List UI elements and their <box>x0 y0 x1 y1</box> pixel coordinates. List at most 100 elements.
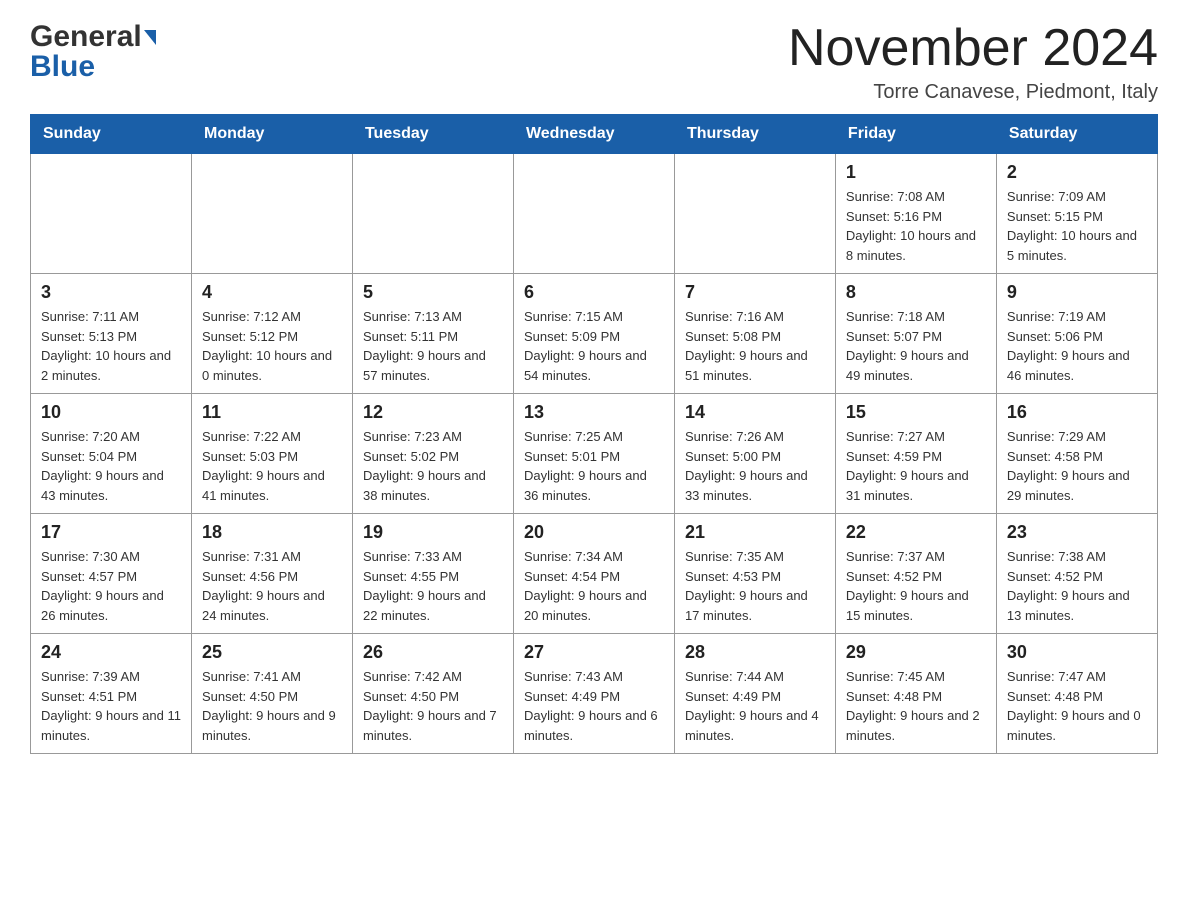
week-row-4: 24Sunrise: 7:39 AMSunset: 4:51 PMDayligh… <box>31 634 1158 754</box>
calendar-cell: 17 Sunrise: 7:30 AMSunset: 4:57 PMDayligh… <box>31 514 192 634</box>
day-number: 16 <box>1007 402 1147 423</box>
week-row-1: 3Sunrise: 7:11 AMSunset: 5:13 PMDaylight… <box>31 274 1158 394</box>
calendar-cell: 28 Sunrise: 7:44 AMSunset: 4:49 PMDayligh… <box>674 634 835 754</box>
day-number: 27 <box>524 642 664 663</box>
day-number: 30 <box>1007 642 1147 663</box>
day-info: Sunrise: 7:37 AMSunset: 4:52 PMDaylight:… <box>846 547 986 625</box>
day-number: 29 <box>846 642 986 663</box>
day-info: Sunrise: 7:30 AMSunset: 4:57 PMDaylight:… <box>41 547 181 625</box>
calendar-cell: 1 Sunrise: 7:08 AMSunset: 5:16 PMDaylight… <box>835 154 996 274</box>
day-number: 18 <box>202 522 342 543</box>
col-header-monday: Monday <box>191 115 352 154</box>
day-number: 12 <box>363 402 503 423</box>
calendar-cell: 23 Sunrise: 7:38 AMSunset: 4:52 PMDayligh… <box>996 514 1157 634</box>
day-info: Sunrise: 7:34 AMSunset: 4:54 PMDaylight:… <box>524 547 664 625</box>
day-info: Sunrise: 7:27 AMSunset: 4:59 PMDaylight:… <box>846 427 986 505</box>
day-number: 15 <box>846 402 986 423</box>
calendar-cell: 27 Sunrise: 7:43 AMSunset: 4:49 PMDayligh… <box>513 634 674 754</box>
day-info: Sunrise: 7:47 AMSunset: 4:48 PMDaylight:… <box>1007 667 1147 745</box>
calendar-cell: 3Sunrise: 7:11 AMSunset: 5:13 PMDaylight… <box>31 274 192 394</box>
days-of-week-row: SundayMondayTuesdayWednesdayThursdayFrid… <box>31 115 1158 154</box>
calendar-cell: 19Sunrise: 7:33 AMSunset: 4:55 PMDayligh… <box>352 514 513 634</box>
day-number: 6 <box>524 282 664 303</box>
day-info: Sunrise: 7:18 AMSunset: 5:07 PMDaylight:… <box>846 307 986 385</box>
day-number: 22 <box>846 522 986 543</box>
day-info: Sunrise: 7:22 AMSunset: 5:03 PMDaylight:… <box>202 427 342 505</box>
day-info: Sunrise: 7:42 AMSunset: 4:50 PMDaylight:… <box>363 667 503 745</box>
day-number: 5 <box>363 282 503 303</box>
calendar-cell: 13Sunrise: 7:25 AMSunset: 5:01 PMDayligh… <box>513 394 674 514</box>
calendar-cell: 8 Sunrise: 7:18 AMSunset: 5:07 PMDaylight… <box>835 274 996 394</box>
day-number: 17 <box>41 522 181 543</box>
calendar-cell: 5 Sunrise: 7:13 AMSunset: 5:11 PMDaylight… <box>352 274 513 394</box>
day-number: 23 <box>1007 522 1147 543</box>
calendar-cell: 29 Sunrise: 7:45 AMSunset: 4:48 PMDayligh… <box>835 634 996 754</box>
day-info: Sunrise: 7:13 AMSunset: 5:11 PMDaylight:… <box>363 307 503 385</box>
calendar-cell: 4 Sunrise: 7:12 AMSunset: 5:12 PMDaylight… <box>191 274 352 394</box>
day-number: 25 <box>202 642 342 663</box>
logo-blue-text: Blue <box>30 50 156 84</box>
calendar-cell: 15 Sunrise: 7:27 AMSunset: 4:59 PMDayligh… <box>835 394 996 514</box>
day-info: Sunrise: 7:33 AMSunset: 4:55 PMDaylight:… <box>363 547 503 625</box>
day-info: Sunrise: 7:45 AMSunset: 4:48 PMDaylight:… <box>846 667 986 745</box>
calendar-cell: 6 Sunrise: 7:15 AMSunset: 5:09 PMDaylight… <box>513 274 674 394</box>
calendar-cell: 21Sunrise: 7:35 AMSunset: 4:53 PMDayligh… <box>674 514 835 634</box>
col-header-wednesday: Wednesday <box>513 115 674 154</box>
calendar-cell <box>352 154 513 274</box>
calendar-cell <box>513 154 674 274</box>
calendar-cell <box>674 154 835 274</box>
logo-triangle-icon <box>144 30 156 45</box>
day-number: 26 <box>363 642 503 663</box>
day-number: 8 <box>846 282 986 303</box>
day-info: Sunrise: 7:38 AMSunset: 4:52 PMDaylight:… <box>1007 547 1147 625</box>
title-block: November 2024 Torre Canavese, Piedmont, … <box>788 20 1158 104</box>
calendar-cell: 12 Sunrise: 7:23 AMSunset: 5:02 PMDayligh… <box>352 394 513 514</box>
calendar-cell <box>191 154 352 274</box>
day-info: Sunrise: 7:43 AMSunset: 4:49 PMDaylight:… <box>524 667 664 745</box>
calendar-cell: 14 Sunrise: 7:26 AMSunset: 5:00 PMDayligh… <box>674 394 835 514</box>
calendar-cell: 20 Sunrise: 7:34 AMSunset: 4:54 PMDayligh… <box>513 514 674 634</box>
day-number: 9 <box>1007 282 1147 303</box>
week-row-0: 1 Sunrise: 7:08 AMSunset: 5:16 PMDaylight… <box>31 154 1158 274</box>
calendar-subtitle: Torre Canavese, Piedmont, Italy <box>788 81 1158 104</box>
calendar-cell: 9 Sunrise: 7:19 AMSunset: 5:06 PMDaylight… <box>996 274 1157 394</box>
day-info: Sunrise: 7:08 AMSunset: 5:16 PMDaylight:… <box>846 187 986 265</box>
day-info: Sunrise: 7:41 AMSunset: 4:50 PMDaylight:… <box>202 667 342 745</box>
calendar-cell: 18Sunrise: 7:31 AMSunset: 4:56 PMDayligh… <box>191 514 352 634</box>
calendar-table: SundayMondayTuesdayWednesdayThursdayFrid… <box>30 114 1158 754</box>
day-number: 3 <box>41 282 181 303</box>
day-number: 1 <box>846 162 986 183</box>
day-info: Sunrise: 7:19 AMSunset: 5:06 PMDaylight:… <box>1007 307 1147 385</box>
calendar-cell: 16 Sunrise: 7:29 AMSunset: 4:58 PMDayligh… <box>996 394 1157 514</box>
calendar-cell: 7Sunrise: 7:16 AMSunset: 5:08 PMDaylight… <box>674 274 835 394</box>
day-info: Sunrise: 7:15 AMSunset: 5:09 PMDaylight:… <box>524 307 664 385</box>
day-info: Sunrise: 7:23 AMSunset: 5:02 PMDaylight:… <box>363 427 503 505</box>
logo-line1: General <box>30 20 156 54</box>
week-row-3: 17 Sunrise: 7:30 AMSunset: 4:57 PMDayligh… <box>31 514 1158 634</box>
calendar-cell: 2Sunrise: 7:09 AMSunset: 5:15 PMDaylight… <box>996 154 1157 274</box>
day-number: 4 <box>202 282 342 303</box>
day-info: Sunrise: 7:09 AMSunset: 5:15 PMDaylight:… <box>1007 187 1147 265</box>
day-number: 28 <box>685 642 825 663</box>
day-info: Sunrise: 7:29 AMSunset: 4:58 PMDaylight:… <box>1007 427 1147 505</box>
day-info: Sunrise: 7:44 AMSunset: 4:49 PMDaylight:… <box>685 667 825 745</box>
day-info: Sunrise: 7:39 AMSunset: 4:51 PMDaylight:… <box>41 667 181 745</box>
calendar-cell: 11 Sunrise: 7:22 AMSunset: 5:03 PMDayligh… <box>191 394 352 514</box>
day-number: 14 <box>685 402 825 423</box>
day-info: Sunrise: 7:16 AMSunset: 5:08 PMDaylight:… <box>685 307 825 385</box>
day-number: 11 <box>202 402 342 423</box>
calendar-cell: 25 Sunrise: 7:41 AMSunset: 4:50 PMDayligh… <box>191 634 352 754</box>
col-header-sunday: Sunday <box>31 115 192 154</box>
week-row-2: 10Sunrise: 7:20 AMSunset: 5:04 PMDayligh… <box>31 394 1158 514</box>
logo: General Blue <box>30 20 156 84</box>
calendar-cell <box>31 154 192 274</box>
calendar-cell: 24Sunrise: 7:39 AMSunset: 4:51 PMDayligh… <box>31 634 192 754</box>
page-header: General Blue November 2024 Torre Canaves… <box>30 20 1158 104</box>
day-info: Sunrise: 7:26 AMSunset: 5:00 PMDaylight:… <box>685 427 825 505</box>
logo-general-text: General <box>30 20 142 54</box>
calendar-cell: 30 Sunrise: 7:47 AMSunset: 4:48 PMDayligh… <box>996 634 1157 754</box>
day-info: Sunrise: 7:12 AMSunset: 5:12 PMDaylight:… <box>202 307 342 385</box>
calendar-cell: 10Sunrise: 7:20 AMSunset: 5:04 PMDayligh… <box>31 394 192 514</box>
day-number: 20 <box>524 522 664 543</box>
day-info: Sunrise: 7:20 AMSunset: 5:04 PMDaylight:… <box>41 427 181 505</box>
